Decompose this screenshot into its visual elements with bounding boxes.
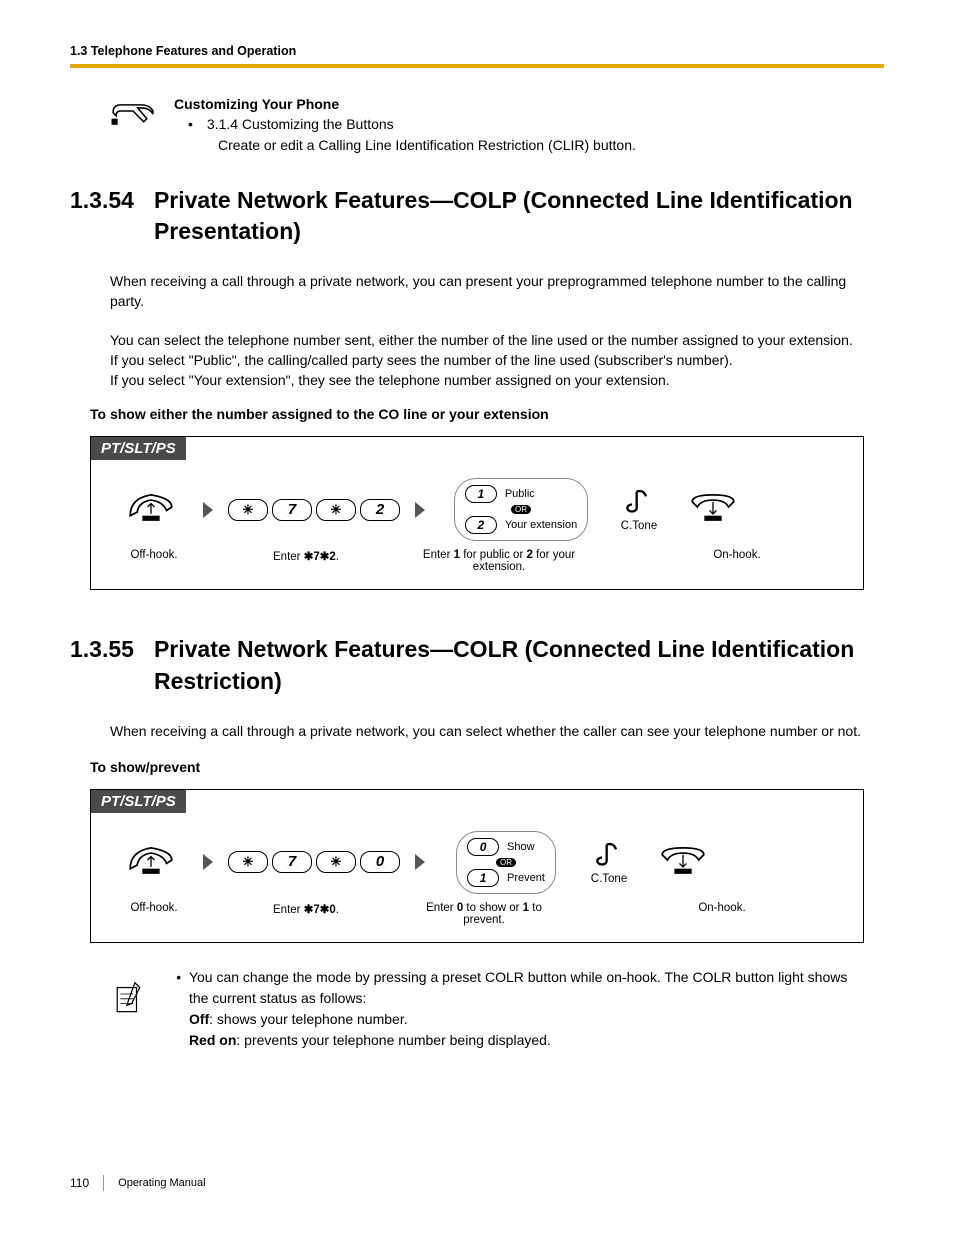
section-54-title: Private Network Features—COLP (Connected… bbox=[154, 185, 884, 247]
page-footer: 110 Operating Manual bbox=[70, 1175, 206, 1191]
s55-note: You can change the mode by pressing a pr… bbox=[114, 967, 864, 1051]
arrow-icon bbox=[415, 502, 425, 518]
customize-line2: Create or edit a Calling Line Identifica… bbox=[218, 135, 636, 155]
key-2: 2 bbox=[360, 499, 400, 521]
s54-tab: PT/SLT/PS bbox=[91, 437, 186, 460]
hand-pointing-icon bbox=[110, 94, 156, 128]
choice-label-public: Public bbox=[505, 488, 535, 500]
note-line1: You can change the mode by pressing a pr… bbox=[189, 969, 847, 1006]
choice-key-0: 0 bbox=[467, 838, 499, 856]
cap-enter01: Enter 0 to show or 1 to prevent. bbox=[419, 902, 549, 926]
key-star bbox=[228, 499, 268, 521]
footer-separator bbox=[103, 1175, 104, 1191]
s54-p4: If you select "Your extension", they see… bbox=[110, 372, 670, 388]
section-55-title: Private Network Features—COLR (Connected… bbox=[154, 634, 884, 696]
choice-box: 1 Public OR 2 Your extension bbox=[454, 478, 588, 541]
choice-key-1: 1 bbox=[467, 869, 499, 887]
page-number: 110 bbox=[70, 1176, 89, 1190]
note-off-label: Off bbox=[189, 1011, 209, 1027]
arrow-icon bbox=[203, 502, 213, 518]
customize-title: Customizing Your Phone bbox=[174, 94, 636, 114]
onhook-icon bbox=[687, 489, 739, 525]
cap-offhook: Off-hook. bbox=[115, 549, 193, 573]
music-note-icon bbox=[595, 840, 623, 868]
offhook-icon bbox=[125, 842, 177, 878]
note-red-text: : prevents your telephone number being d… bbox=[236, 1032, 550, 1048]
onhook-icon bbox=[657, 842, 709, 878]
note-red-label: Red on bbox=[189, 1032, 236, 1048]
choice-key-1: 1 bbox=[465, 485, 497, 503]
key-7: 7 bbox=[272, 499, 312, 521]
doc-title: Operating Manual bbox=[118, 1177, 205, 1189]
key-star bbox=[316, 499, 356, 521]
s54-p2: You can select the telephone number sent… bbox=[110, 332, 853, 348]
key-0: 0 bbox=[360, 851, 400, 873]
choice-label-ext: Your extension bbox=[505, 519, 577, 531]
s55-tab: PT/SLT/PS bbox=[91, 790, 186, 813]
header-rule bbox=[70, 64, 884, 68]
customize-block: Customizing Your Phone 3.1.4 Customizing… bbox=[110, 94, 884, 155]
cap-enter72: Enter ✱7✱2. bbox=[221, 549, 391, 573]
choice-box: 0 Show OR 1 Prevent bbox=[456, 831, 556, 894]
section-54-number: 1.3.54 bbox=[70, 185, 134, 247]
s54-procedure: PT/SLT/PS 7 2 1Public OR 2Y bbox=[90, 436, 864, 590]
key-star bbox=[228, 851, 268, 873]
section-55-number: 1.3.55 bbox=[70, 634, 134, 696]
choice-label-prevent: Prevent bbox=[507, 872, 545, 884]
cap-enter12: Enter 1 for public or 2 for your extensi… bbox=[419, 549, 579, 573]
s54-p1: When receiving a call through a private … bbox=[110, 271, 884, 312]
ctone-label: C.Tone bbox=[611, 520, 667, 532]
choice-key-2: 2 bbox=[465, 516, 497, 534]
music-note-icon bbox=[625, 487, 653, 515]
s54-p3: If you select "Public", the calling/call… bbox=[110, 352, 733, 368]
s55-p1: When receiving a call through a private … bbox=[110, 721, 884, 741]
offhook-icon bbox=[125, 489, 177, 525]
key-7: 7 bbox=[272, 851, 312, 873]
section-54-heading: 1.3.54 Private Network Features—COLP (Co… bbox=[70, 185, 884, 247]
cap-enter70: Enter ✱7✱0. bbox=[221, 902, 391, 926]
running-header: 1.3 Telephone Features and Operation bbox=[70, 44, 884, 64]
cap-onhook: On-hook. bbox=[635, 549, 839, 573]
customize-bullet bbox=[174, 116, 207, 132]
cap-onhook: On-hook. bbox=[605, 902, 839, 926]
notepad-icon bbox=[114, 977, 143, 1019]
key-star bbox=[316, 851, 356, 873]
s55-procedure: PT/SLT/PS 7 0 0 Show OR 1 Prevent bbox=[90, 789, 864, 943]
or-badge: OR bbox=[496, 858, 516, 867]
ctone-label: C.Tone bbox=[581, 873, 637, 885]
section-55-heading: 1.3.55 Private Network Features—COLR (Co… bbox=[70, 634, 884, 696]
s55-subhead: To show/prevent bbox=[90, 759, 884, 775]
cap-offhook: Off-hook. bbox=[115, 902, 193, 926]
arrow-icon bbox=[415, 854, 425, 870]
note-off-text: : shows your telephone number. bbox=[209, 1011, 407, 1027]
choice-label-show: Show bbox=[507, 841, 535, 853]
or-badge: OR bbox=[511, 505, 531, 514]
arrow-icon bbox=[203, 854, 213, 870]
s54-p2-block: You can select the telephone number sent… bbox=[110, 330, 884, 391]
customize-line1: 3.1.4 Customizing the Buttons bbox=[207, 116, 394, 132]
s54-subhead: To show either the number assigned to th… bbox=[90, 406, 884, 422]
